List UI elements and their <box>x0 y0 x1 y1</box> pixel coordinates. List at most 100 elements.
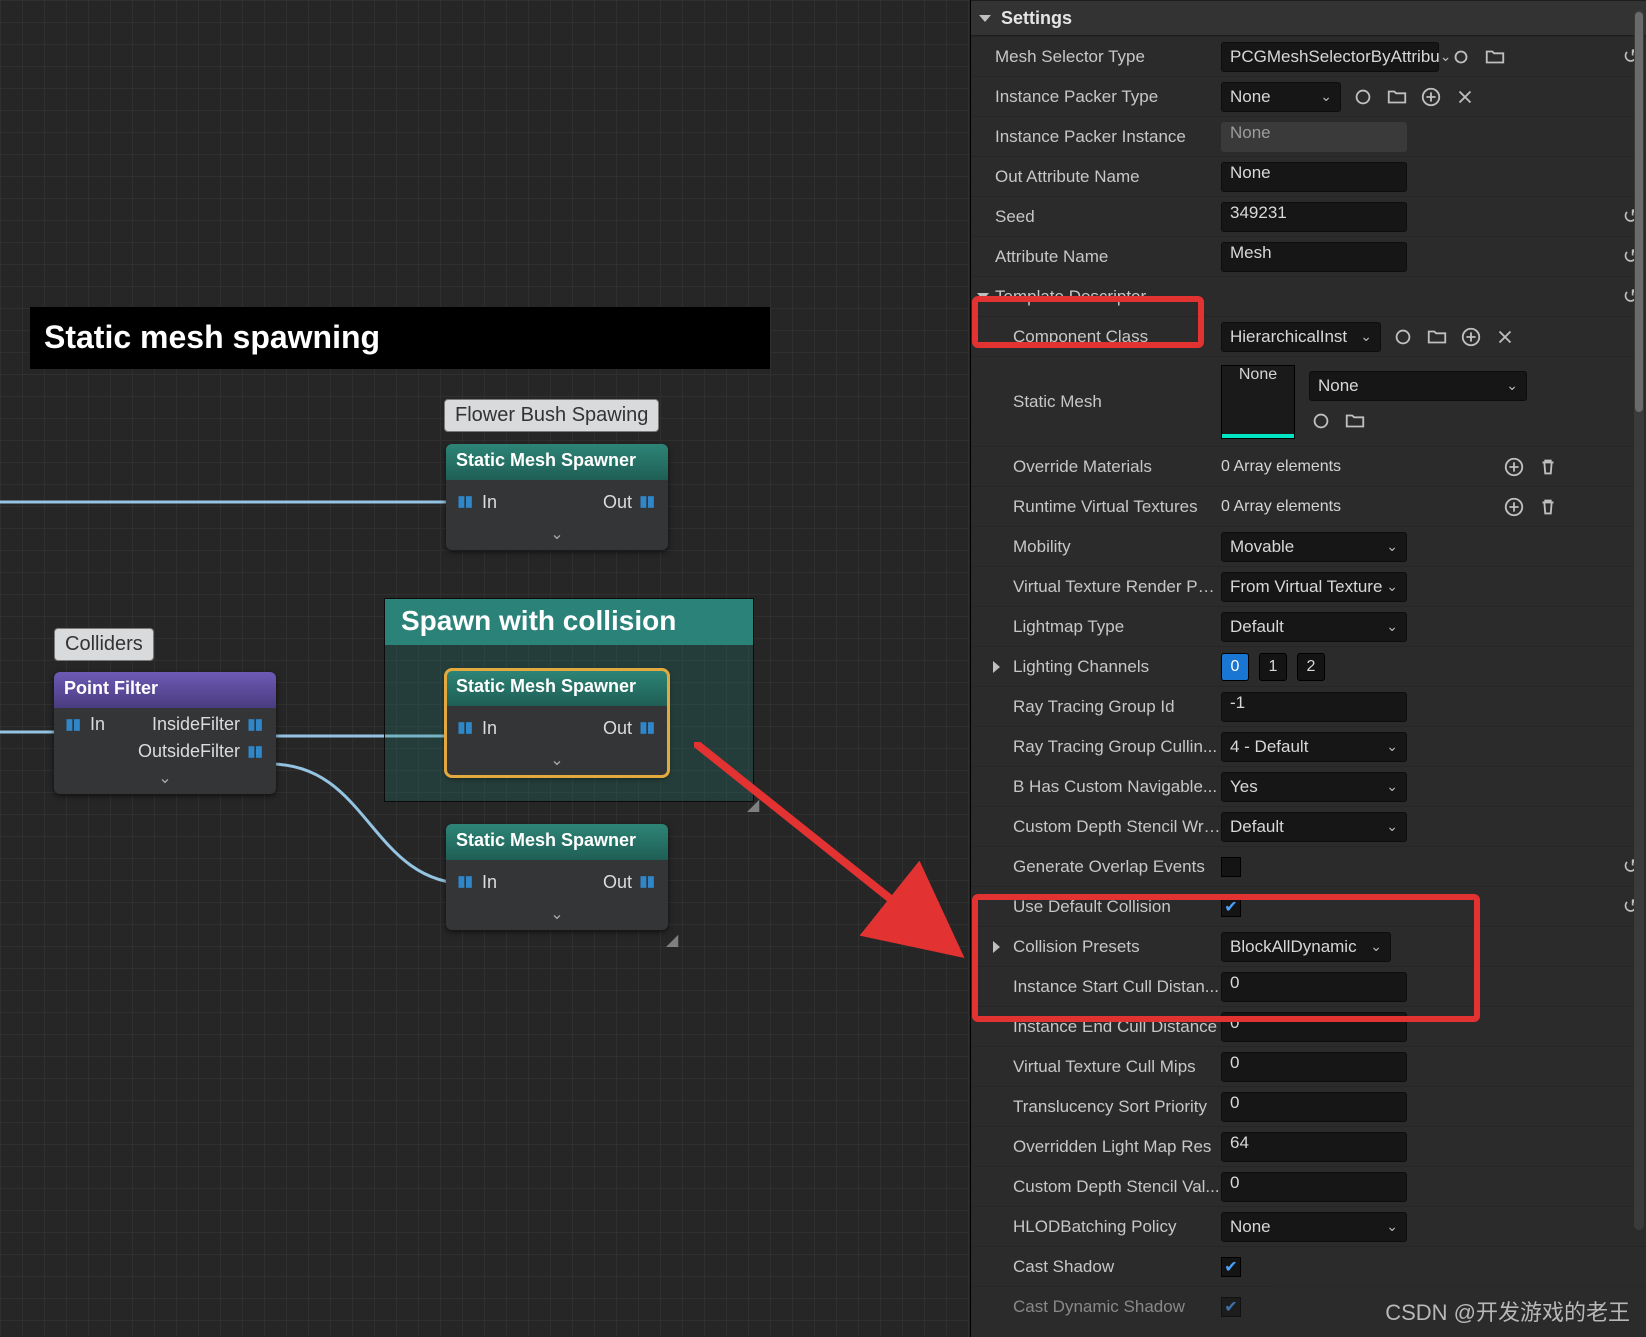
pin-in[interactable]: In <box>456 492 497 513</box>
node-point-filter[interactable]: Point Filter In InsideFilter OutsideFilt… <box>54 672 276 794</box>
select-component-class[interactable]: HierarchicalInst⌄ <box>1221 322 1381 352</box>
trash-icon[interactable] <box>1536 455 1560 479</box>
pin-out[interactable]: Out <box>603 492 658 513</box>
pin-in[interactable]: In <box>456 872 497 893</box>
browse-icon[interactable] <box>1351 85 1375 109</box>
node-static-mesh-spawner-3[interactable]: Static Mesh Spawner In Out ⌄ ◢ <box>446 824 668 930</box>
checkbox-cast-shadow[interactable] <box>1221 1257 1241 1277</box>
folder-search-icon[interactable] <box>1385 85 1409 109</box>
input-out-attribute-name[interactable]: None <box>1221 162 1407 192</box>
graph-canvas[interactable]: Static mesh spawning Flower Bush Spawing… <box>0 0 970 1337</box>
comment-header[interactable]: Spawn with collision <box>385 599 753 645</box>
resize-handle-icon[interactable]: ◢ <box>747 795 765 813</box>
chevron-right-icon[interactable] <box>993 661 1000 673</box>
lighting-channel-1[interactable]: 1 <box>1259 653 1287 681</box>
pin-icon <box>246 715 266 735</box>
input-ray-tracing-group-id[interactable]: -1 <box>1221 692 1407 722</box>
resize-handle-icon[interactable]: ◢ <box>666 930 684 948</box>
asset-thumbnail[interactable]: None <box>1221 365 1295 439</box>
folder-search-icon[interactable] <box>1483 45 1507 69</box>
pin-icon <box>64 715 84 735</box>
select-b-has-custom-navigable[interactable]: Yes⌄ <box>1221 772 1407 802</box>
select-mobility[interactable]: Movable⌄ <box>1221 532 1407 562</box>
browse-icon[interactable] <box>1391 325 1415 349</box>
label-custom-depth-stencil-val: Custom Depth Stencil Val... <box>971 1177 1221 1197</box>
label-cast-shadow: Cast Shadow <box>971 1257 1221 1277</box>
chevron-down-icon: ⌄ <box>1386 738 1398 755</box>
folder-search-icon[interactable] <box>1425 325 1449 349</box>
input-instance-end-cull[interactable]: 0 <box>1221 1012 1407 1042</box>
select-custom-depth-stencil-write[interactable]: Default⌄ <box>1221 812 1407 842</box>
label-mobility: Mobility <box>971 537 1221 557</box>
details-panel: Settings Mesh Selector Type PCGMeshSelec… <box>970 0 1646 1337</box>
trash-icon[interactable] <box>1536 495 1560 519</box>
section-settings[interactable]: Settings <box>971 0 1646 36</box>
comment-label-flower[interactable]: Flower Bush Spawing <box>444 399 659 432</box>
chevron-down-icon <box>979 15 991 22</box>
browse-icon[interactable] <box>1309 409 1333 433</box>
pin-in[interactable]: In <box>64 714 105 735</box>
add-icon[interactable] <box>1502 495 1526 519</box>
node-expand[interactable]: ⌄ <box>446 904 668 930</box>
select-lightmap-type[interactable]: Default⌄ <box>1221 612 1407 642</box>
label-ray-tracing-group-id: Ray Tracing Group Id <box>971 697 1221 717</box>
chevron-down-icon[interactable] <box>977 293 989 300</box>
text-override-materials: 0 Array elements <box>1221 458 1492 476</box>
pin-outside-filter[interactable]: OutsideFilter <box>138 741 266 762</box>
label-instance-packer-type: Instance Packer Type <box>971 87 1221 107</box>
input-seed[interactable]: 349231 <box>1221 202 1407 232</box>
node-expand[interactable]: ⌄ <box>446 524 668 550</box>
checkbox-use-default-collision[interactable] <box>1221 897 1241 917</box>
pin-inside-filter[interactable]: InsideFilter <box>152 714 266 735</box>
node-expand[interactable]: ⌄ <box>446 750 668 776</box>
select-mesh-selector-type[interactable]: PCGMeshSelectorByAttribu⌄ <box>1221 42 1439 72</box>
input-vt-cull-mips[interactable]: 0 <box>1221 1052 1407 1082</box>
chevron-right-icon[interactable] <box>993 941 1000 953</box>
label-instance-packer-instance: Instance Packer Instance <box>971 127 1221 147</box>
comment-label-colliders[interactable]: Colliders <box>54 628 154 661</box>
pin-out[interactable]: Out <box>603 718 658 739</box>
select-hlod-batching-policy[interactable]: None⌄ <box>1221 1212 1407 1242</box>
label-template-descriptor[interactable]: Template Descriptor <box>971 287 1221 307</box>
pin-out[interactable]: Out <box>603 872 658 893</box>
add-icon[interactable] <box>1419 85 1443 109</box>
clear-icon[interactable] <box>1493 325 1517 349</box>
clear-icon[interactable] <box>1453 85 1477 109</box>
input-translucency-sort[interactable]: 0 <box>1221 1092 1407 1122</box>
add-icon[interactable] <box>1459 325 1483 349</box>
label-instance-start-cull: Instance Start Cull Distan... <box>971 977 1221 997</box>
input-attribute-name[interactable]: Mesh <box>1221 242 1407 272</box>
node-static-mesh-spawner-selected[interactable]: Static Mesh Spawner In Out ⌄ <box>446 670 668 776</box>
label-override-materials: Override Materials <box>971 457 1221 477</box>
select-ray-tracing-group-culling[interactable]: 4 - Default⌄ <box>1221 732 1407 762</box>
select-collision-presets[interactable]: BlockAllDynamic⌄ <box>1221 932 1391 962</box>
pin-icon <box>456 492 476 512</box>
select-vt-render-pass[interactable]: From Virtual Texture⌄ <box>1221 572 1407 602</box>
pin-in[interactable]: In <box>456 718 497 739</box>
watermark-text: CSDN @开发游戏的老王 <box>1385 1295 1630 1327</box>
label-static-mesh: Static Mesh <box>971 392 1221 412</box>
pin-icon <box>456 872 476 892</box>
node-static-mesh-spawner-1[interactable]: Static Mesh Spawner In Out ⌄ <box>446 444 668 550</box>
input-instance-start-cull[interactable]: 0 <box>1221 972 1407 1002</box>
checkbox-generate-overlap-events[interactable] <box>1221 857 1241 877</box>
checkbox-cast-dynamic-shadow[interactable] <box>1221 1297 1241 1317</box>
panel-scrollbar[interactable] <box>1634 10 1644 1230</box>
node-expand[interactable]: ⌄ <box>54 768 276 794</box>
select-instance-packer-type[interactable]: None⌄ <box>1221 82 1341 112</box>
input-custom-depth-stencil-val[interactable]: 0 <box>1221 1172 1407 1202</box>
browse-icon[interactable] <box>1449 45 1473 69</box>
label-ray-tracing-group-culling: Ray Tracing Group Cullin... <box>971 737 1221 757</box>
chevron-down-icon: ⌄ <box>1370 938 1382 955</box>
add-icon[interactable] <box>1502 455 1526 479</box>
lighting-channel-0[interactable]: 0 <box>1221 653 1249 681</box>
scrollbar-thumb[interactable] <box>1635 12 1643 412</box>
lighting-channel-2[interactable]: 2 <box>1297 653 1325 681</box>
pin-icon <box>456 718 476 738</box>
label-lighting-channels[interactable]: Lighting Channels <box>971 657 1221 677</box>
label-collision-presets[interactable]: Collision Presets <box>971 937 1221 957</box>
input-overridden-lightmap-res[interactable]: 64 <box>1221 1132 1407 1162</box>
label-lightmap-type: Lightmap Type <box>971 617 1221 637</box>
folder-search-icon[interactable] <box>1343 409 1367 433</box>
select-static-mesh[interactable]: None⌄ <box>1309 371 1527 401</box>
